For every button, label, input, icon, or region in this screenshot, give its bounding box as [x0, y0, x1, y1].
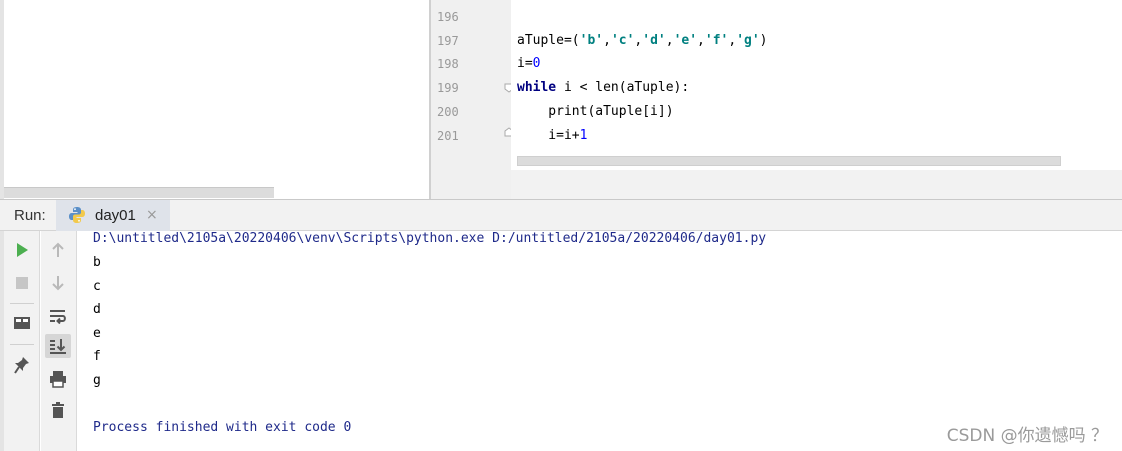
editor-horizontal-scrollbar[interactable]	[517, 156, 1061, 166]
trash-icon	[52, 402, 64, 418]
line-number: 196	[437, 10, 459, 24]
code-line-199: while i < len(aTuple):	[517, 80, 690, 95]
toolbar-separator	[10, 344, 34, 345]
soft-wrap-button[interactable]	[45, 304, 71, 328]
run-tab-label: day01	[95, 207, 136, 224]
code-line-200: print(aTuple[i])	[517, 104, 674, 119]
project-horizontal-scrollbar[interactable]	[4, 187, 274, 198]
rerun-button[interactable]	[9, 238, 35, 262]
line-number: 200	[437, 105, 459, 119]
clear-all-button[interactable]	[45, 398, 71, 422]
stop-button[interactable]	[9, 271, 35, 295]
run-toolbar-primary	[4, 231, 40, 451]
line-number: 201	[437, 129, 459, 143]
down-button[interactable]	[45, 271, 71, 295]
close-icon[interactable]: ×	[146, 207, 158, 223]
line-number: 199	[437, 81, 459, 95]
console-command-line: D:\untitled\2105a\20220406\venv\Scripts\…	[93, 231, 767, 246]
console-output-line: c	[93, 279, 101, 294]
print-button[interactable]	[45, 367, 71, 391]
pin-button[interactable]	[9, 353, 35, 377]
code-line-198: i=0	[517, 56, 541, 71]
layout-icon	[14, 317, 30, 329]
console-output-line: e	[93, 326, 101, 341]
down-arrow-icon	[52, 276, 64, 291]
editor-bottom-strip	[511, 170, 1122, 199]
project-pane	[0, 0, 429, 199]
run-tool-window-header: Run: day01 ×	[0, 199, 1122, 231]
line-number: 197	[437, 34, 459, 48]
toolbar-separator	[10, 303, 34, 304]
console-output-line: d	[93, 302, 101, 317]
rerun-icon	[17, 243, 28, 257]
soft-wrap-icon	[50, 310, 66, 324]
print-icon	[50, 371, 66, 388]
scroll-to-end-button[interactable]	[45, 334, 71, 358]
up-button[interactable]	[45, 238, 71, 262]
python-icon	[69, 207, 85, 223]
editor-gutter: 196 197 198 199 200 201	[431, 0, 514, 199]
stop-icon	[16, 277, 28, 289]
line-number: 198	[437, 57, 459, 71]
run-tab-day01[interactable]: day01 ×	[56, 200, 170, 231]
pin-icon	[14, 357, 29, 374]
console-output-line: g	[93, 373, 101, 388]
console-output-line: f	[93, 349, 101, 364]
run-label: Run:	[14, 207, 46, 224]
code-editor[interactable]: aTuple=('b','c','d','e','f','g') i=0 whi…	[511, 0, 1122, 199]
scroll-to-end-icon	[50, 339, 66, 354]
console-output-line: b	[93, 255, 101, 270]
csdn-watermark: CSDN @你遗憾吗 ？	[946, 426, 1108, 446]
console-exit-message: Process finished with exit code 0	[93, 420, 352, 435]
code-line-197: aTuple=('b','c','d','e','f','g')	[517, 33, 768, 48]
console-output[interactable]: D:\untitled\2105a\20220406\venv\Scripts\…	[78, 231, 1122, 451]
up-arrow-icon	[52, 242, 64, 257]
layout-button[interactable]	[9, 311, 35, 335]
code-line-201: i=i+1	[517, 128, 588, 143]
run-toolbar-secondary	[41, 231, 77, 451]
